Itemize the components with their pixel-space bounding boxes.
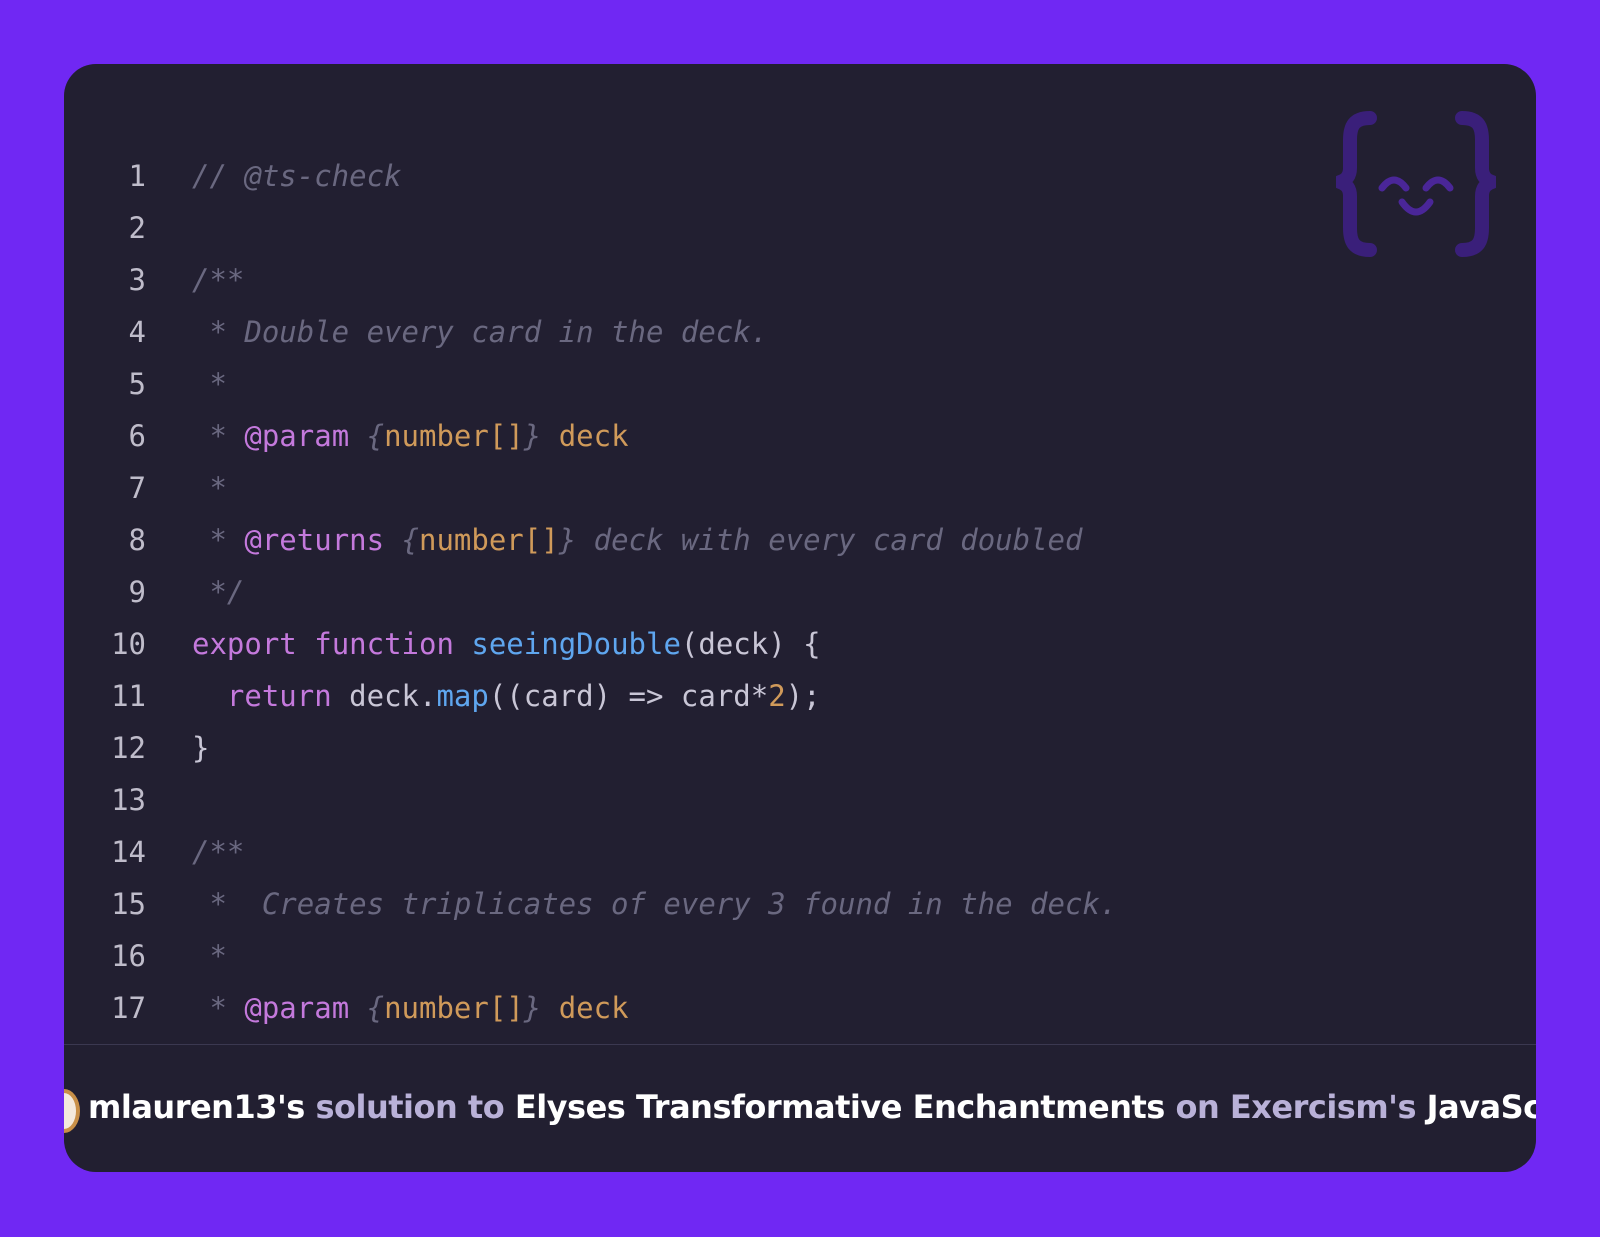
line-number: 15 [111,887,146,921]
caption-on-site: on Exercism's [1175,1088,1417,1126]
line-number: 14 [111,835,146,869]
code-token: * [192,523,245,557]
code-text: /** [192,254,244,306]
line-number: 10 [111,627,146,661]
line-number: 6 [128,419,146,453]
caption-solution-to: solution to [315,1088,505,1126]
code-line: 8 * @returns {number[]} deck with every … [64,514,1536,566]
code-text: // @ts-check [192,150,402,202]
exercise-name: Elyses Transformative Enchantments [514,1088,1165,1126]
code-token: } [523,419,559,453]
code-token: deck [558,991,629,1025]
code-listing: 1 // @ts-check 2 3 /** 4 * Double every card … [64,159,1536,1034]
solution-caption-bar: mlauren13's solution to Elyses Transform… [64,1045,1536,1172]
line-number: 5 [128,367,146,401]
code-token: // @ts-check [192,159,402,193]
code-token: * [192,939,227,973]
code-token: } deck with every card doubled [558,523,1083,557]
code-line: 14 /** [64,826,1536,878]
line-number: 12 [111,731,146,765]
code-text: export function seeingDouble(deck) { [192,618,821,670]
avatar [64,1089,80,1133]
code-token: return [226,679,332,713]
line-number: 3 [128,263,146,297]
code-line: 3 /** [64,254,1536,306]
code-text: */ [192,566,244,618]
code-line: 10 export function seeingDouble(deck) { [64,618,1536,670]
code-line: 12} [64,722,1536,774]
code-token: @param [244,991,350,1025]
code-token: * [192,471,227,505]
code-token: * Double every card in the deck. [192,315,769,349]
code-token: } [192,731,210,765]
code-token: { [349,419,385,453]
code-line: 17 * @param {number[]} deck [64,982,1536,1034]
code-text: * Creates triplicates of every 3 found i… [192,878,1117,930]
line-number: 7 [128,471,146,505]
code-token: /** [192,835,245,869]
author-name: mlauren13's [88,1088,305,1126]
code-token: number[] [419,523,559,557]
code-token: ((card) => card* [488,679,769,713]
code-token: * [192,367,227,401]
code-line: 13 [64,774,1536,826]
code-text: return deck.map((card) => card*2); [192,670,821,722]
code-token: deck. [331,679,437,713]
line-number: 8 [128,523,146,557]
code-token: * [192,419,245,453]
code-token: 2 [768,679,786,713]
line-number: 4 [128,315,146,349]
code-token: */ [192,575,245,609]
code-text: * @returns {number[]} deck with every ca… [192,514,1082,566]
line-number: 9 [128,575,146,609]
code-token: /** [192,263,245,297]
line-number: 11 [111,679,146,713]
code-token: map [436,679,489,713]
code-token: export [192,627,297,661]
code-line: 6 * @param {number[]} deck [64,410,1536,462]
code-text: * [192,462,227,514]
line-number: 16 [111,939,146,973]
code-token: seeingDouble [471,627,681,661]
track-name: JavaScript Track [1426,1088,1536,1126]
code-token: number[] [384,991,524,1025]
code-line: 4 * Double every card in the deck. [64,306,1536,358]
code-text: } [192,722,209,774]
code-token: (deck) { [680,627,821,661]
code-card: 1 // @ts-check 2 3 /** 4 * Double every card … [64,64,1536,1172]
code-line: 15 * Creates triplicates of every 3 foun… [64,878,1536,930]
code-text: * [192,930,227,982]
code-text: * [192,358,227,410]
code-token: @returns [244,523,385,557]
line-number: 17 [111,991,146,1025]
code-token: { [384,523,419,557]
code-token: } [523,991,559,1025]
code-text: * @param {number[]} deck [192,982,629,1034]
code-token: * [192,991,245,1025]
code-token: deck [558,419,629,453]
solution-caption: mlauren13's solution to Elyses Transform… [88,1085,1536,1129]
code-token: number[] [384,419,524,453]
line-number: 1 [128,159,146,193]
code-token: * Creates triplicates of every 3 found i… [192,887,1118,921]
code-line: 7 * [64,462,1536,514]
code-text: /** [192,826,244,878]
code-token: @param [244,419,350,453]
code-token: ); [785,679,821,713]
code-text: * Double every card in the deck. [192,306,768,358]
code-line: 9 */ [64,566,1536,618]
code-line: 2 [64,202,1536,254]
line-number: 2 [128,211,146,245]
code-line: 16 * [64,930,1536,982]
code-line: 11 return deck.map((card) => card*2); [64,670,1536,722]
code-token: { [349,991,385,1025]
code-line: 1 // @ts-check [64,150,1536,202]
code-text: * @param {number[]} deck [192,410,629,462]
code-line: 5 * [64,358,1536,410]
line-number: 13 [111,783,146,817]
code-token: function [314,627,454,661]
